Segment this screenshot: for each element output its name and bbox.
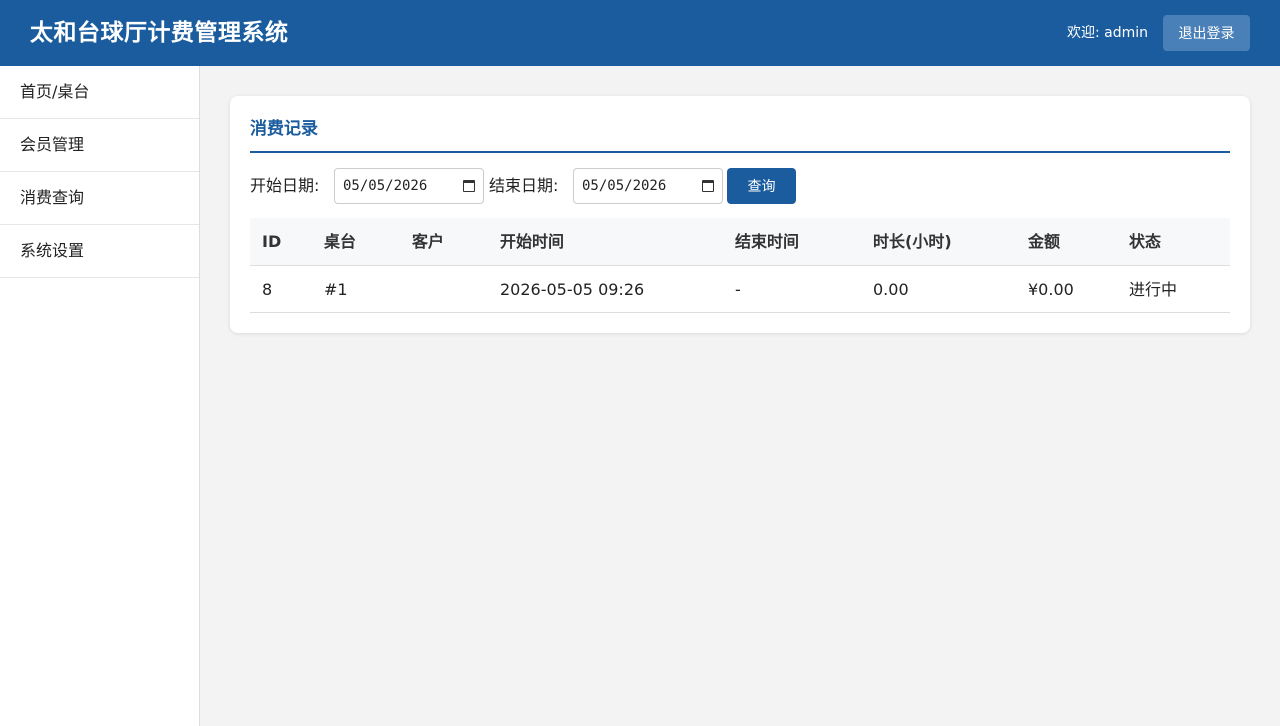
logout-button[interactable]: 退出登录 <box>1163 15 1250 51</box>
column-header-duration: 时长(小时) <box>873 232 952 251</box>
cell-end-time: - <box>735 280 741 299</box>
end-date-input[interactable]: 05/05/2026 <box>573 168 723 204</box>
start-date-input[interactable]: 05/05/2026 <box>334 168 484 204</box>
table-row[interactable]: 8 #1 2026-05-05 09:26 - 0.00 ¥0.00 进行中 <box>250 266 1230 313</box>
sidebar: 首页/桌台 会员管理 消费查询 系统设置 <box>0 66 200 726</box>
calendar-icon[interactable] <box>702 180 714 192</box>
cell-duration: 0.00 <box>873 280 909 299</box>
table-header: ID 桌台 客户 开始时间 结束时间 时长(小时) 金额 状态 <box>250 218 1230 266</box>
column-header-id: ID <box>262 232 282 251</box>
cell-start-time: 2026-05-05 09:26 <box>500 280 645 299</box>
start-date-label: 开始日期: <box>250 176 320 195</box>
sidebar-item-settings[interactable]: 系统设置 <box>0 225 199 278</box>
query-button[interactable]: 查询 <box>727 168 796 204</box>
records-table: ID 桌台 客户 开始时间 结束时间 时长(小时) 金额 状态 8 #1 202… <box>250 218 1230 313</box>
column-header-amount: 金额 <box>1028 232 1061 251</box>
column-header-status: 状态 <box>1129 232 1162 251</box>
consumption-records-card: 消费记录 开始日期: 05/05/2026 结束日期: 05/05/2026 查… <box>230 96 1250 333</box>
sidebar-item-members[interactable]: 会员管理 <box>0 119 199 172</box>
end-date-value: 05/05/2026 <box>582 178 667 194</box>
cell-table: #1 <box>324 280 348 299</box>
card-title: 消费记录 <box>250 116 1230 153</box>
column-header-end-time: 结束时间 <box>735 232 800 251</box>
cell-status: 进行中 <box>1129 280 1178 299</box>
cell-amount: ¥0.00 <box>1028 280 1074 299</box>
cell-id: 8 <box>262 280 273 299</box>
welcome-text: 欢迎: admin <box>1066 25 1148 41</box>
calendar-icon[interactable] <box>463 180 475 192</box>
start-date-value: 05/05/2026 <box>343 178 428 194</box>
app-title: 太和台球厅计费管理系统 <box>30 20 289 46</box>
column-header-start-time: 开始时间 <box>500 232 565 251</box>
top-header: 太和台球厅计费管理系统 欢迎: admin 退出登录 <box>0 0 1280 66</box>
column-header-customer: 客户 <box>412 232 445 251</box>
sidebar-item-home-tables[interactable]: 首页/桌台 <box>0 66 199 119</box>
end-date-label: 结束日期: <box>489 176 559 195</box>
column-header-table: 桌台 <box>324 232 357 251</box>
sidebar-item-consumption-query[interactable]: 消费查询 <box>0 172 199 225</box>
